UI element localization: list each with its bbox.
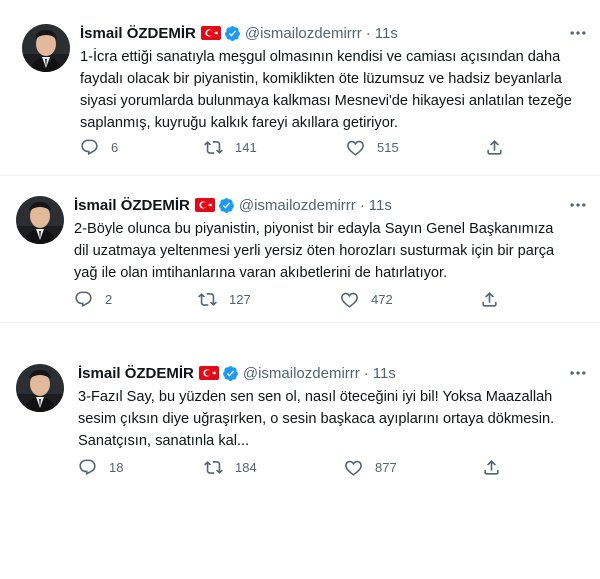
retweet-count: 184 — [235, 460, 257, 475]
timestamp[interactable]: 11s — [369, 197, 392, 214]
avatar[interactable] — [16, 364, 64, 412]
tweet-1[interactable]: İsmail ÖZDEMİR @ismailozdemirrr · 11s 1-… — [0, 0, 600, 175]
tweet-actions: 2 127 472 — [74, 290, 494, 310]
like-icon — [344, 458, 363, 477]
more-icon[interactable] — [568, 363, 588, 383]
like-button[interactable]: 515 — [346, 138, 399, 157]
author-name[interactable]: İsmail ÖZDEMİR — [80, 25, 196, 42]
reply-icon — [80, 138, 99, 157]
retweet-count: 141 — [235, 140, 257, 155]
reply-count: 18 — [109, 460, 124, 475]
share-icon — [485, 138, 504, 157]
like-icon — [346, 138, 365, 157]
like-icon — [340, 290, 359, 309]
avatar[interactable] — [16, 196, 64, 244]
retweet-button[interactable]: 141 — [204, 138, 257, 157]
author-handle[interactable]: @ismailozdemirrr — [243, 365, 360, 382]
verified-badge-icon — [218, 197, 235, 214]
tweet-2[interactable]: İsmail ÖZDEMİR @ismailozdemirrr · 11s 2-… — [0, 176, 600, 322]
more-icon[interactable] — [568, 195, 588, 215]
reply-icon — [78, 458, 97, 477]
separator-dot: · — [359, 196, 365, 214]
author-handle[interactable]: @ismailozdemirrr — [245, 25, 362, 42]
retweet-button[interactable]: 184 — [204, 458, 257, 477]
tweet-text: 1-İcra ettiği sanatıyla meşgul olmasının… — [80, 49, 572, 131]
tweet-header: İsmail ÖZDEMİR @ismailozdemirrr · 11s — [80, 23, 592, 43]
reply-icon — [74, 290, 93, 309]
verified-badge-icon — [222, 365, 239, 382]
more-icon[interactable] — [568, 23, 588, 43]
reply-count: 2 — [105, 292, 113, 307]
reply-button[interactable]: 2 — [74, 290, 112, 309]
tweet-text: 2-Böyle olunca bu piyanistin, piyonist b… — [74, 221, 555, 281]
tweet-text: 3-Fazıl Say, bu yüzden sen sen ol, nasıl… — [78, 389, 555, 449]
verified-badge-icon — [224, 25, 241, 42]
retweet-button[interactable]: 127 — [198, 290, 251, 309]
reply-button[interactable]: 18 — [78, 458, 123, 477]
turkey-flag-icon — [195, 198, 215, 212]
author-name[interactable]: İsmail ÖZDEMİR — [78, 365, 194, 382]
retweet-count: 127 — [229, 292, 251, 307]
timestamp[interactable]: 11s — [375, 25, 398, 42]
turkey-flag-icon — [201, 26, 221, 40]
like-count: 515 — [377, 140, 399, 155]
like-button[interactable]: 472 — [340, 290, 393, 309]
like-count: 877 — [375, 460, 397, 475]
tweet-3[interactable]: İsmail ÖZDEMİR @ismailozdemirrr · 11s 3-… — [0, 323, 600, 493]
tweet-header: İsmail ÖZDEMİR @ismailozdemirrr · 11s — [74, 195, 592, 215]
turkey-flag-icon — [199, 366, 219, 380]
like-count: 472 — [371, 292, 393, 307]
tweet-actions: 6 141 515 — [80, 138, 500, 158]
tweet-actions: 18 184 877 — [78, 458, 498, 478]
share-button[interactable] — [480, 290, 499, 309]
share-button[interactable] — [485, 138, 504, 157]
reply-count: 6 — [111, 140, 119, 155]
author-name[interactable]: İsmail ÖZDEMİR — [74, 197, 190, 214]
separator-dot: · — [363, 364, 369, 382]
separator-dot: · — [365, 24, 371, 42]
share-icon — [482, 458, 501, 477]
timestamp[interactable]: 11s — [373, 365, 396, 382]
share-icon — [480, 290, 499, 309]
retweet-icon — [204, 458, 223, 477]
retweet-icon — [204, 138, 223, 157]
share-button[interactable] — [482, 458, 501, 477]
tweet-header: İsmail ÖZDEMİR @ismailozdemirrr · 11s — [78, 363, 592, 383]
like-button[interactable]: 877 — [344, 458, 397, 477]
author-handle[interactable]: @ismailozdemirrr — [239, 197, 356, 214]
avatar[interactable] — [22, 24, 70, 72]
retweet-icon — [198, 290, 217, 309]
reply-button[interactable]: 6 — [80, 138, 118, 157]
